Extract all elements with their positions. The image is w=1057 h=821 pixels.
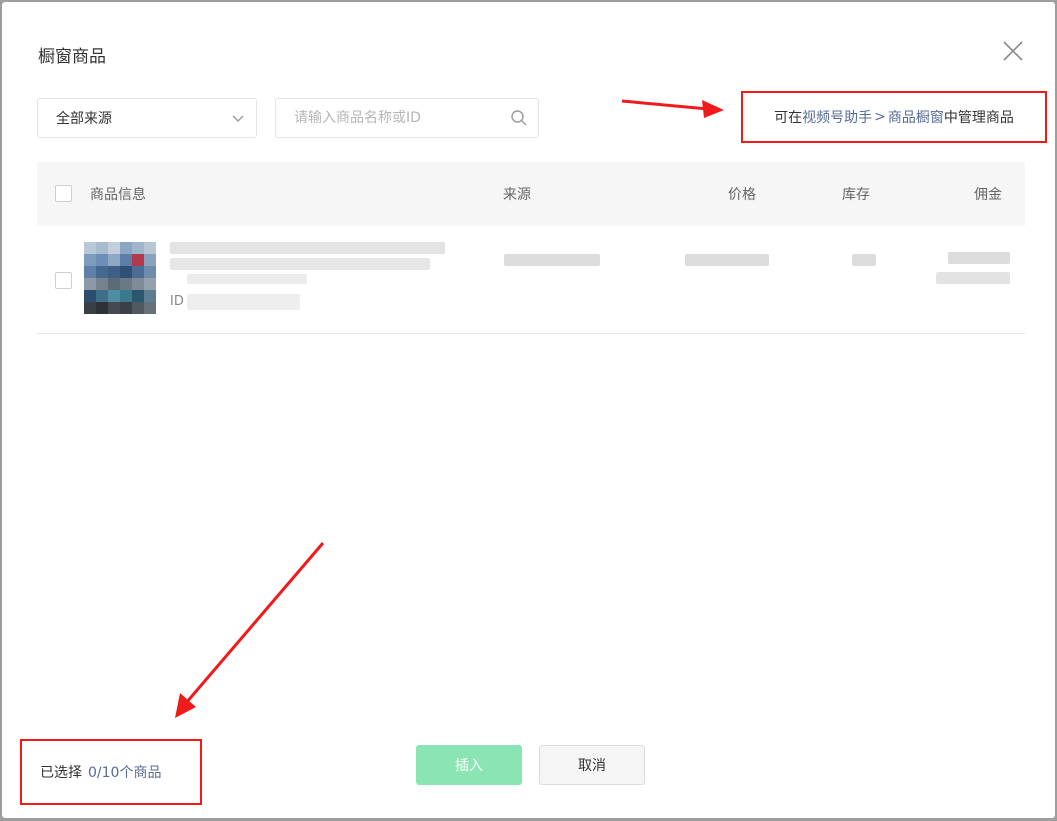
selected-count: 0/10个商品 xyxy=(88,765,162,781)
stock-value-blurred xyxy=(852,254,876,266)
selected-count-box: 已选择 0/10个商品 xyxy=(20,739,202,805)
dialog-title: 橱窗商品 xyxy=(38,47,106,67)
commission-value-blurred xyxy=(948,252,1010,264)
product-thumbnail xyxy=(84,242,156,314)
close-icon[interactable] xyxy=(1000,38,1026,64)
price-value-blurred xyxy=(685,254,769,266)
insert-button[interactable]: 插入 xyxy=(416,745,522,785)
selected-prefix: 已选择 xyxy=(40,765,82,781)
cancel-button[interactable]: 取消 xyxy=(539,745,645,785)
channels-assistant-link[interactable]: 视频号助手 xyxy=(802,107,872,127)
search-input[interactable] xyxy=(276,99,510,137)
hint-suffix: 中管理商品 xyxy=(943,110,1014,126)
source-value-blurred xyxy=(504,254,600,266)
search-box xyxy=(275,98,539,138)
column-commission: 佣金 xyxy=(974,187,1002,203)
source-select-value: 全部来源 xyxy=(56,111,112,127)
commission-value-blurred-line2 xyxy=(936,272,1010,284)
column-source: 来源 xyxy=(503,187,531,203)
manage-products-hint: 可在 视频号助手 > 商品橱窗 中管理商品 xyxy=(741,91,1047,143)
search-icon[interactable] xyxy=(510,109,528,127)
product-title-blurred-line3 xyxy=(187,274,307,284)
product-title-blurred xyxy=(170,242,445,254)
table-row[interactable]: ID xyxy=(37,226,1025,334)
product-id-label: ID xyxy=(170,294,184,309)
hint-separator: > xyxy=(874,109,886,125)
select-all-checkbox[interactable] xyxy=(55,185,72,202)
product-showcase-link[interactable]: 商品橱窗 xyxy=(888,107,944,127)
column-product-info: 商品信息 xyxy=(90,187,146,203)
table-header: 商品信息 来源 价格 库存 佣金 xyxy=(37,162,1025,226)
source-select[interactable]: 全部来源 xyxy=(37,98,257,138)
hint-prefix: 可在 xyxy=(774,110,803,126)
row-checkbox[interactable] xyxy=(55,272,72,289)
product-id-blurred xyxy=(187,294,300,310)
column-stock: 库存 xyxy=(842,187,870,203)
product-title-blurred-line2 xyxy=(170,258,430,270)
product-picker-dialog: 橱窗商品 全部来源 可在 视频号助手 > 商品橱窗 中管理商品 商品信息 来源 … xyxy=(2,2,1055,818)
column-price: 价格 xyxy=(728,187,756,203)
chevron-down-icon xyxy=(232,115,244,122)
